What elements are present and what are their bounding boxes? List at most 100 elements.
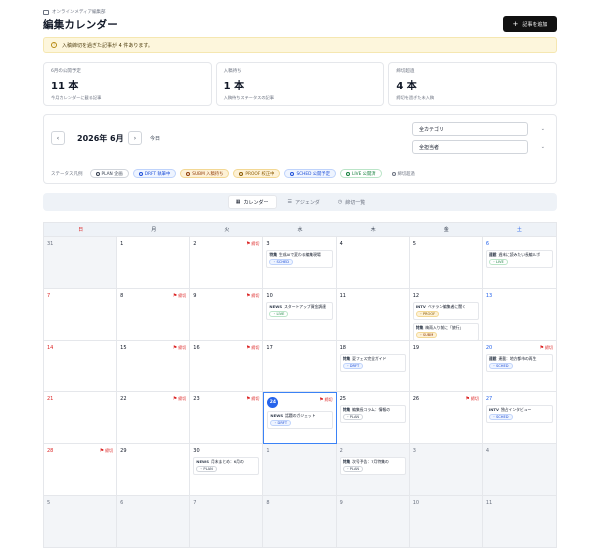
day-cell[interactable]: 7	[190, 496, 264, 548]
day-cell[interactable]: 5	[44, 496, 118, 548]
status-chip[interactable]: LIVE 公開済	[340, 169, 382, 178]
weekday-label: 金	[443, 227, 449, 233]
day-cell[interactable]: 25 特集 編集長コラム：情報の ◦ PLAN	[336, 392, 410, 445]
org-name: オンラインメディア編集部	[52, 10, 106, 15]
deadline-marker: ⚑ 締切	[246, 241, 259, 247]
day-cell[interactable]: 16 ⚑ 締切	[190, 340, 264, 393]
day-cell[interactable]: 2 ⚑ 締切	[190, 237, 264, 289]
day-number: 5	[412, 241, 416, 247]
event-card[interactable]: NEWS スタートアップ資金調達 ◦ LIVE	[266, 301, 333, 320]
day-cell[interactable]: 3 特集 生成AIで変わる編集現場 ◦ SCHED	[263, 237, 337, 289]
event-title-text: 次号予告：7月特集の	[352, 459, 389, 465]
event-card[interactable]: 特集 次号予告：7月特集の ◦ PLAN	[339, 457, 406, 476]
day-cell[interactable]: 27 INTV 独占インタビュー ◦ SCHED	[482, 392, 556, 445]
day-cell[interactable]: 23 ⚑ 締切	[190, 392, 264, 445]
day-cell[interactable]: 22 ⚑ 締切	[117, 392, 191, 445]
event-card[interactable]: 特集 生成AIで変わる編集現場 ◦ SCHED	[266, 250, 333, 268]
day-cell[interactable]: 12 INTV ベテラン編集者に聞く ◦ PROOF 特集 梅雨入り前に「旅行」 ◦ SUBM	[409, 288, 483, 341]
day-cell[interactable]: 10	[409, 496, 483, 548]
day-number: 12	[412, 292, 420, 299]
day-cell[interactable]: 2 特集 次号予告：7月特集の ◦ PLAN	[336, 444, 410, 497]
status-chip[interactable]: PROOF 校正中	[233, 169, 281, 178]
day-number: 4	[339, 241, 343, 247]
day-cell[interactable]: 7	[44, 288, 118, 341]
day-cell[interactable]: 30 NEWS 月末まとめ：6月の ◦ PLAN	[190, 444, 264, 497]
deadline-marker: ⚑ 締切	[540, 345, 553, 351]
day-cell[interactable]: 29	[117, 444, 191, 497]
day-cell[interactable]: 5	[409, 237, 483, 289]
day-cell[interactable]: 8	[263, 496, 337, 548]
weekday-label: 月	[151, 227, 157, 233]
category-select[interactable]: 全カテゴリ ⌄	[412, 122, 545, 136]
org-label: オンラインメディア編集部	[43, 9, 106, 15]
day-cell[interactable]: 9 ⚑ 締切	[190, 288, 264, 341]
day-cell[interactable]: 1	[117, 237, 191, 289]
today-button[interactable]: 今日	[150, 135, 160, 142]
deadline-label: 締切	[178, 292, 187, 298]
current-month: 2026年 6月	[77, 134, 124, 143]
day-cell[interactable]: 6	[117, 496, 191, 548]
event-title-text: 月末まとめ：6月の	[210, 459, 244, 465]
event-card[interactable]: INTV ベテラン編集者に聞く ◦ PROOF	[412, 301, 479, 320]
day-number: 31	[47, 241, 54, 247]
event-category: 特集	[342, 355, 351, 361]
status-chip[interactable]: SUBM 入稿待ち	[180, 169, 230, 178]
tab-calendar[interactable]: ▦ カレンダー	[227, 195, 277, 209]
day-cell[interactable]: 17	[263, 340, 337, 393]
stat-label: 締切超過	[396, 69, 415, 74]
event-card[interactable]: 特集 夏フェス完全ガイド ◦ DRFT	[339, 353, 406, 372]
prev-month-button[interactable]: ‹	[51, 131, 65, 145]
event-card[interactable]: 特集 梅雨入り前に「旅行」 ◦ SUBM	[412, 322, 479, 340]
status-chip[interactable]: DRFT 執筆中	[132, 169, 177, 178]
day-cell[interactable]: 14	[44, 340, 118, 393]
status-chip-label: 締切超過	[397, 171, 415, 177]
day-cell[interactable]: 1	[263, 444, 337, 497]
day-cell[interactable]: 3	[409, 444, 483, 497]
day-cell[interactable]: 20 ⚑ 締切 連載 連載：地方都市の再生 ◦ SCHED	[482, 341, 556, 393]
day-cell[interactable]: 9	[336, 496, 410, 548]
event-card[interactable]: NEWS 話題のガジェット ◦ DRFT	[267, 411, 333, 430]
day-cell[interactable]: 31	[44, 237, 118, 289]
day-cell[interactable]: 4	[482, 444, 556, 497]
status-chip[interactable]: PLAN 企画	[89, 169, 129, 178]
add-article-button[interactable]: + 記事を追加	[503, 16, 557, 32]
event-card[interactable]: NEWS 月末まとめ：6月の ◦ PLAN	[193, 457, 260, 476]
event-card[interactable]: 連載 連載：地方都市の再生 ◦ SCHED	[485, 353, 553, 372]
tab-list[interactable]: ☰ アジェンダ	[281, 195, 327, 209]
day-cell[interactable]: 21	[44, 392, 118, 445]
next-month-button[interactable]: ›	[128, 131, 142, 145]
day-cell[interactable]: 6 連載 週末に読みたい長編ルポ ◦ LIVE	[482, 237, 556, 289]
stat-card-scheduled: 6月の公開予定 11 本 今月カレンダーに載る記事	[43, 62, 212, 106]
deadline-label: 締切	[251, 396, 260, 402]
day-cell[interactable]: 28 ⚑ 締切	[44, 444, 118, 497]
stat-value: 4 本	[396, 81, 417, 92]
event-title: INTV ベテラン編集者に聞く	[416, 304, 476, 310]
day-cell[interactable]: 10 NEWS スタートアップ資金調達 ◦ LIVE	[263, 288, 337, 341]
status-chip[interactable]: 締切超過	[385, 169, 421, 178]
day-cell[interactable]: 19	[409, 340, 483, 393]
status-dot-icon: ◦	[273, 311, 276, 316]
day-number: 21	[47, 396, 54, 403]
status-dot-icon: ◦	[346, 415, 349, 420]
status-chip-label: DRFT 執筆中	[144, 171, 171, 177]
day-cell[interactable]: 24 ⚑ 締切 NEWS 話題のガジェット ◦ DRFT	[263, 392, 337, 445]
event-card[interactable]: 特集 編集長コラム：情報の ◦ PLAN	[339, 405, 406, 424]
page-header: オンラインメディア編集部 編集カレンダー + 記事を追加	[43, 8, 557, 38]
day-cell[interactable]: 15 ⚑ 締切	[117, 340, 191, 393]
day-cell[interactable]: 11	[336, 288, 410, 341]
event-category: NEWS	[270, 413, 284, 419]
event-card[interactable]: INTV 独占インタビュー ◦ SCHED	[485, 405, 553, 424]
day-cell[interactable]: 13	[482, 289, 556, 341]
day-cell[interactable]: 8 ⚑ 締切	[117, 288, 191, 341]
event-status-text: SCHED	[276, 260, 290, 264]
day-cell[interactable]: 26 ⚑ 締切	[409, 392, 483, 445]
day-cell[interactable]: 18 特集 夏フェス完全ガイド ◦ DRFT	[336, 340, 410, 393]
status-dot-icon	[138, 171, 143, 176]
assignee-select[interactable]: 全担当者 ⌄	[412, 140, 545, 154]
event-card[interactable]: 連載 週末に読みたい長編ルポ ◦ LIVE	[485, 250, 553, 268]
status-dot-icon: ◦	[274, 421, 277, 426]
tab-clock[interactable]: ◷ 締切一覧	[331, 195, 372, 209]
day-cell[interactable]: 11	[482, 496, 556, 548]
day-cell[interactable]: 4	[336, 237, 410, 289]
status-chip[interactable]: SCHED 公開予定	[284, 169, 336, 178]
